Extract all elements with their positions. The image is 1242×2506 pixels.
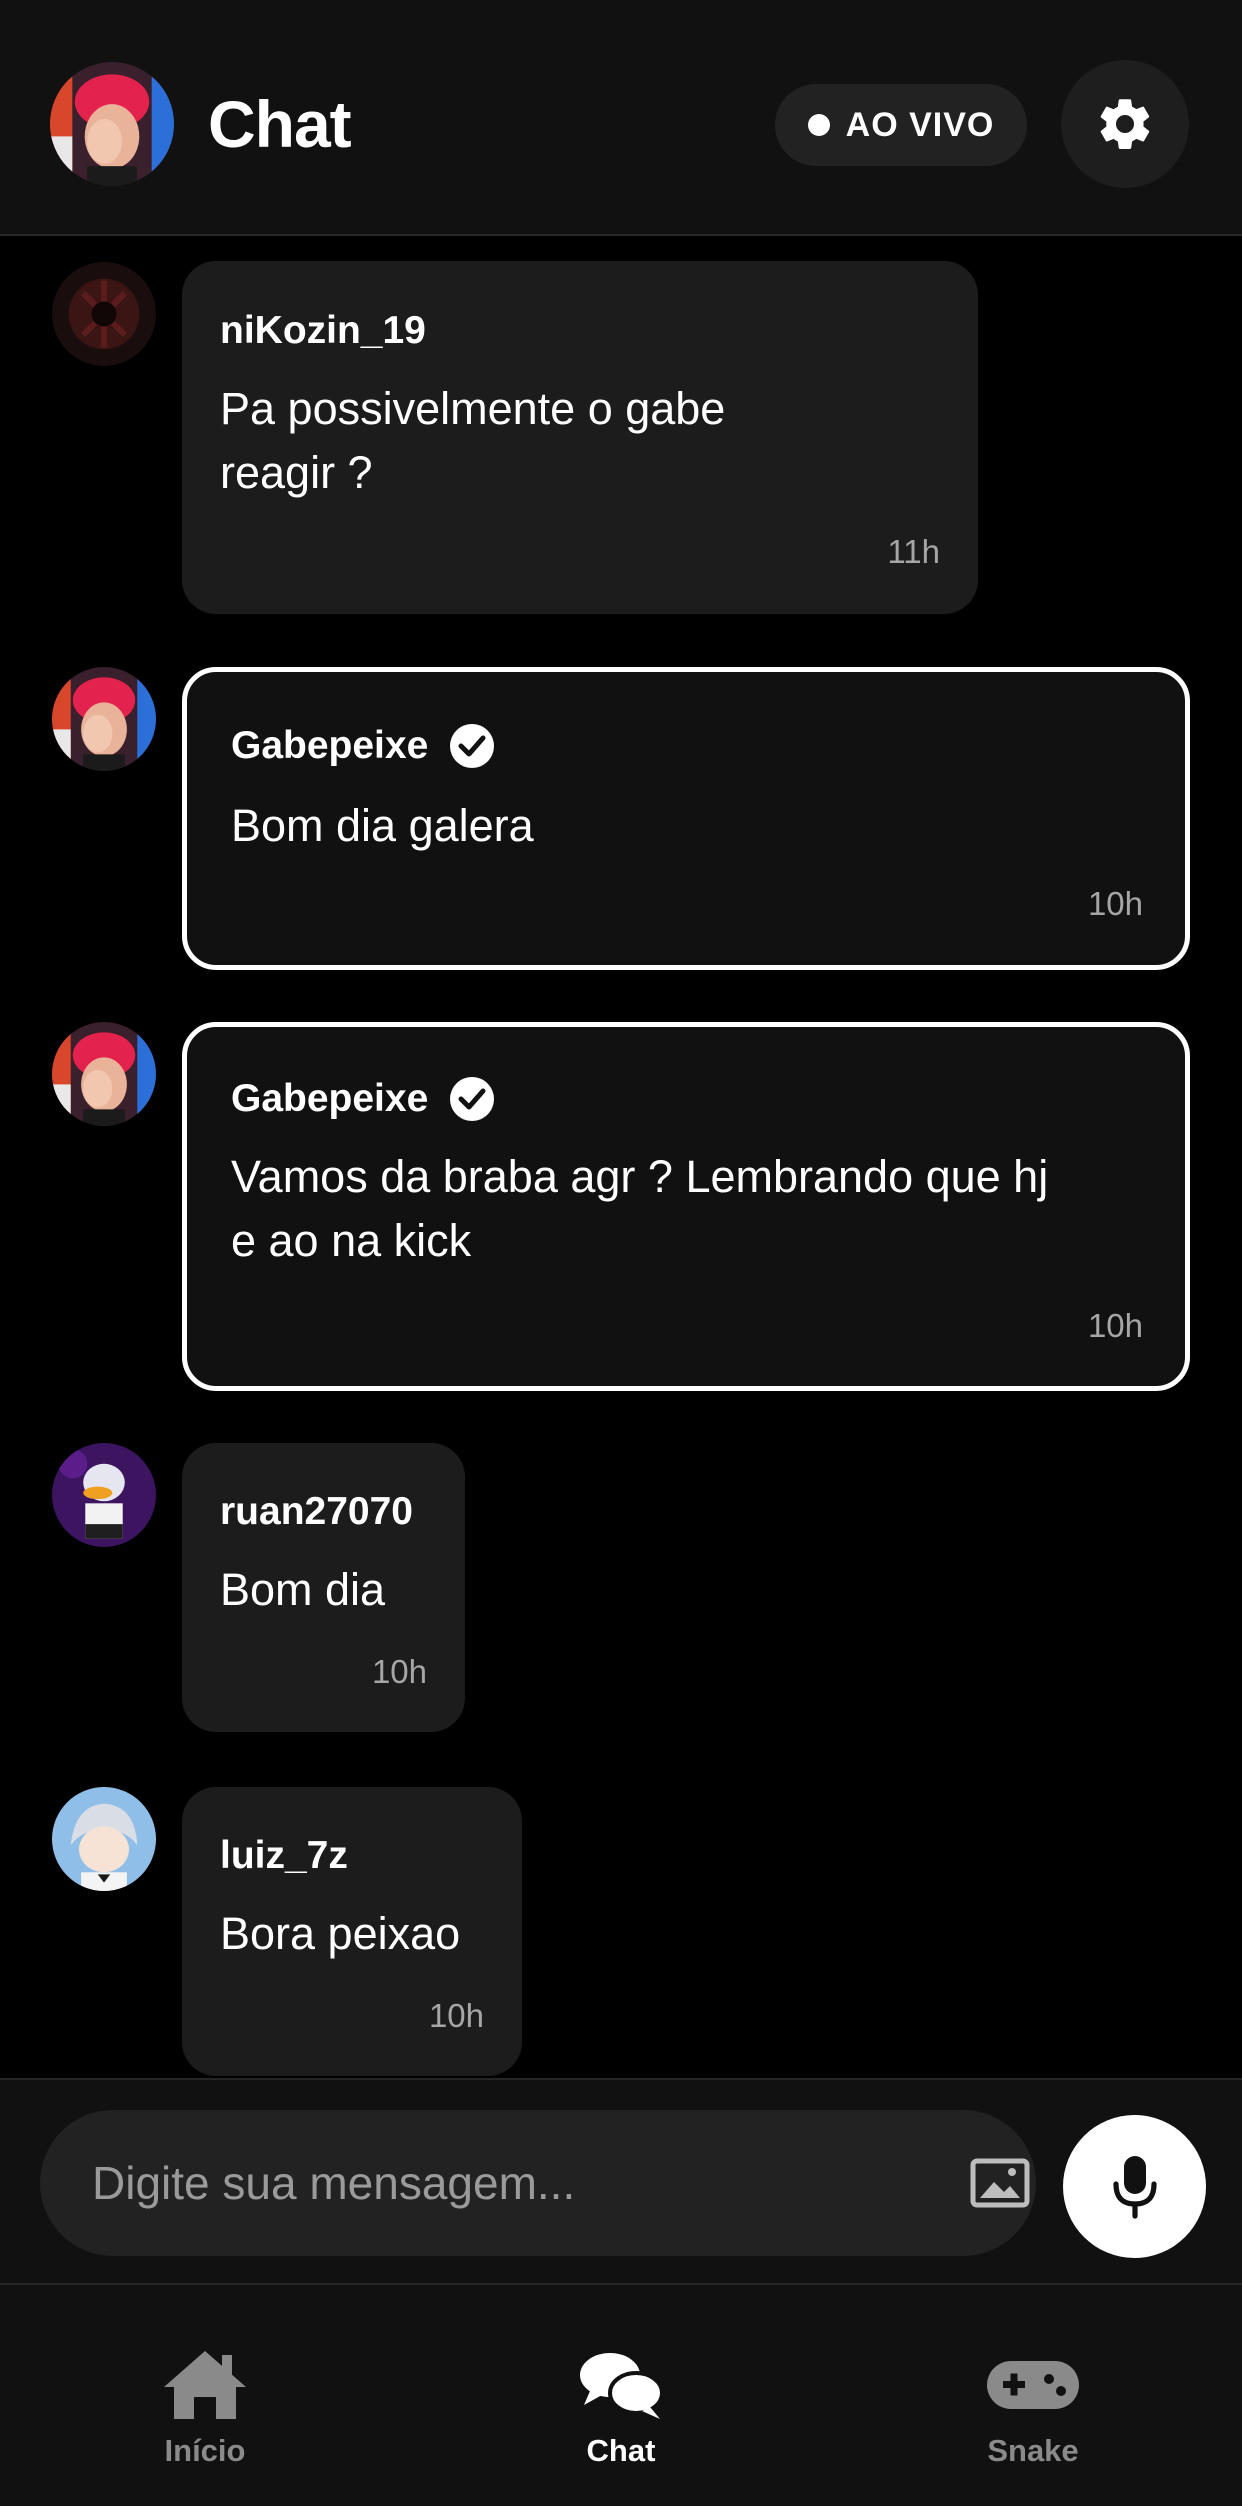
avatar-image bbox=[52, 1443, 156, 1547]
message-text: Bom dia galera bbox=[231, 794, 534, 858]
message-time: 10h bbox=[1087, 885, 1143, 922]
avatar[interactable] bbox=[52, 262, 156, 366]
message-text: Bom dia bbox=[220, 1558, 385, 1622]
verified-check-icon bbox=[448, 1075, 496, 1123]
message-time: 10h bbox=[428, 1997, 484, 2034]
avatar-image bbox=[52, 262, 156, 366]
live-badge: AO VIVO bbox=[775, 84, 1027, 166]
message-composer bbox=[0, 2078, 1242, 2283]
settings-button[interactable] bbox=[1061, 60, 1189, 188]
message-bubble-verified[interactable]: Gabepeixe Vamos da braba agr ? Lembrando… bbox=[182, 1022, 1190, 1391]
message-input-container[interactable] bbox=[40, 2110, 1036, 2256]
message-time: 10h bbox=[1087, 1307, 1143, 1344]
message-line: Pa possivelmente o gabe bbox=[220, 383, 726, 434]
message-username: ruan27070 bbox=[220, 1490, 413, 1533]
message-text: Pa possivelmente o gabe reagir ? bbox=[220, 377, 725, 505]
message-username: luiz_7z bbox=[220, 1834, 348, 1877]
message-username: Gabepeixe bbox=[231, 724, 429, 767]
chat-bubbles-icon bbox=[576, 2345, 666, 2425]
live-label: AO VIVO bbox=[845, 105, 995, 144]
message-time: 11h bbox=[887, 533, 940, 570]
streamer-avatar[interactable] bbox=[50, 62, 174, 186]
image-icon[interactable] bbox=[970, 2158, 1030, 2208]
avatar-image bbox=[52, 1022, 156, 1126]
message-line: Vamos da braba agr ? Lembrando que hj bbox=[231, 1151, 1049, 1202]
message-bubble[interactable]: niKozin_19 Pa possivelmente o gabe reagi… bbox=[182, 261, 978, 614]
verified-check-icon bbox=[448, 722, 496, 770]
message-line: e ao na kick bbox=[231, 1215, 472, 1266]
home-icon bbox=[160, 2345, 250, 2425]
message-bubble-verified[interactable]: Gabepeixe Bom dia galera 10h bbox=[182, 667, 1190, 970]
message-line: Bom dia galera bbox=[231, 800, 534, 851]
message-username-row: Gabepeixe bbox=[231, 722, 496, 770]
nav-item-snake[interactable]: Snake bbox=[883, 2285, 1183, 2506]
nav-label: Chat bbox=[586, 2433, 656, 2468]
message-username-row: Gabepeixe bbox=[231, 1075, 496, 1123]
bottom-navigation: Início Chat Snake bbox=[0, 2283, 1242, 2506]
message-input[interactable] bbox=[92, 2110, 912, 2256]
avatar-image bbox=[50, 62, 174, 186]
avatar-image bbox=[52, 1787, 156, 1891]
page-title: Chat bbox=[208, 87, 352, 161]
live-dot-icon bbox=[807, 114, 830, 136]
message-username: niKozin_19 bbox=[220, 309, 426, 352]
nav-item-chat[interactable]: Chat bbox=[471, 2285, 771, 2506]
microphone-icon bbox=[1112, 2155, 1157, 2219]
nav-label: Snake bbox=[987, 2433, 1079, 2468]
nav-label: Início bbox=[164, 2433, 246, 2468]
message-text: Vamos da braba agr ? Lembrando que hj e … bbox=[231, 1145, 1048, 1273]
message-text: Bora peixao bbox=[220, 1902, 460, 1966]
message-line: Bom dia bbox=[220, 1564, 386, 1615]
avatar[interactable] bbox=[52, 1787, 156, 1891]
chat-header: Chat AO VIVO bbox=[0, 0, 1242, 236]
gamepad-icon bbox=[985, 2345, 1081, 2425]
microphone-button[interactable] bbox=[1063, 2115, 1206, 2258]
avatar[interactable] bbox=[52, 1443, 156, 1547]
message-line: reagir ? bbox=[220, 447, 373, 498]
gear-icon bbox=[1100, 99, 1150, 150]
nav-item-inicio[interactable]: Início bbox=[55, 2285, 355, 2506]
message-bubble[interactable]: luiz_7z Bora peixao 10h bbox=[182, 1787, 522, 2076]
avatar-image bbox=[52, 667, 156, 771]
message-line: Bora peixao bbox=[220, 1908, 461, 1959]
message-time: 10h bbox=[371, 1653, 427, 1690]
avatar[interactable] bbox=[52, 667, 156, 771]
avatar[interactable] bbox=[52, 1022, 156, 1126]
message-username: Gabepeixe bbox=[231, 1077, 429, 1120]
message-bubble[interactable]: ruan27070 Bom dia 10h bbox=[182, 1443, 465, 1732]
